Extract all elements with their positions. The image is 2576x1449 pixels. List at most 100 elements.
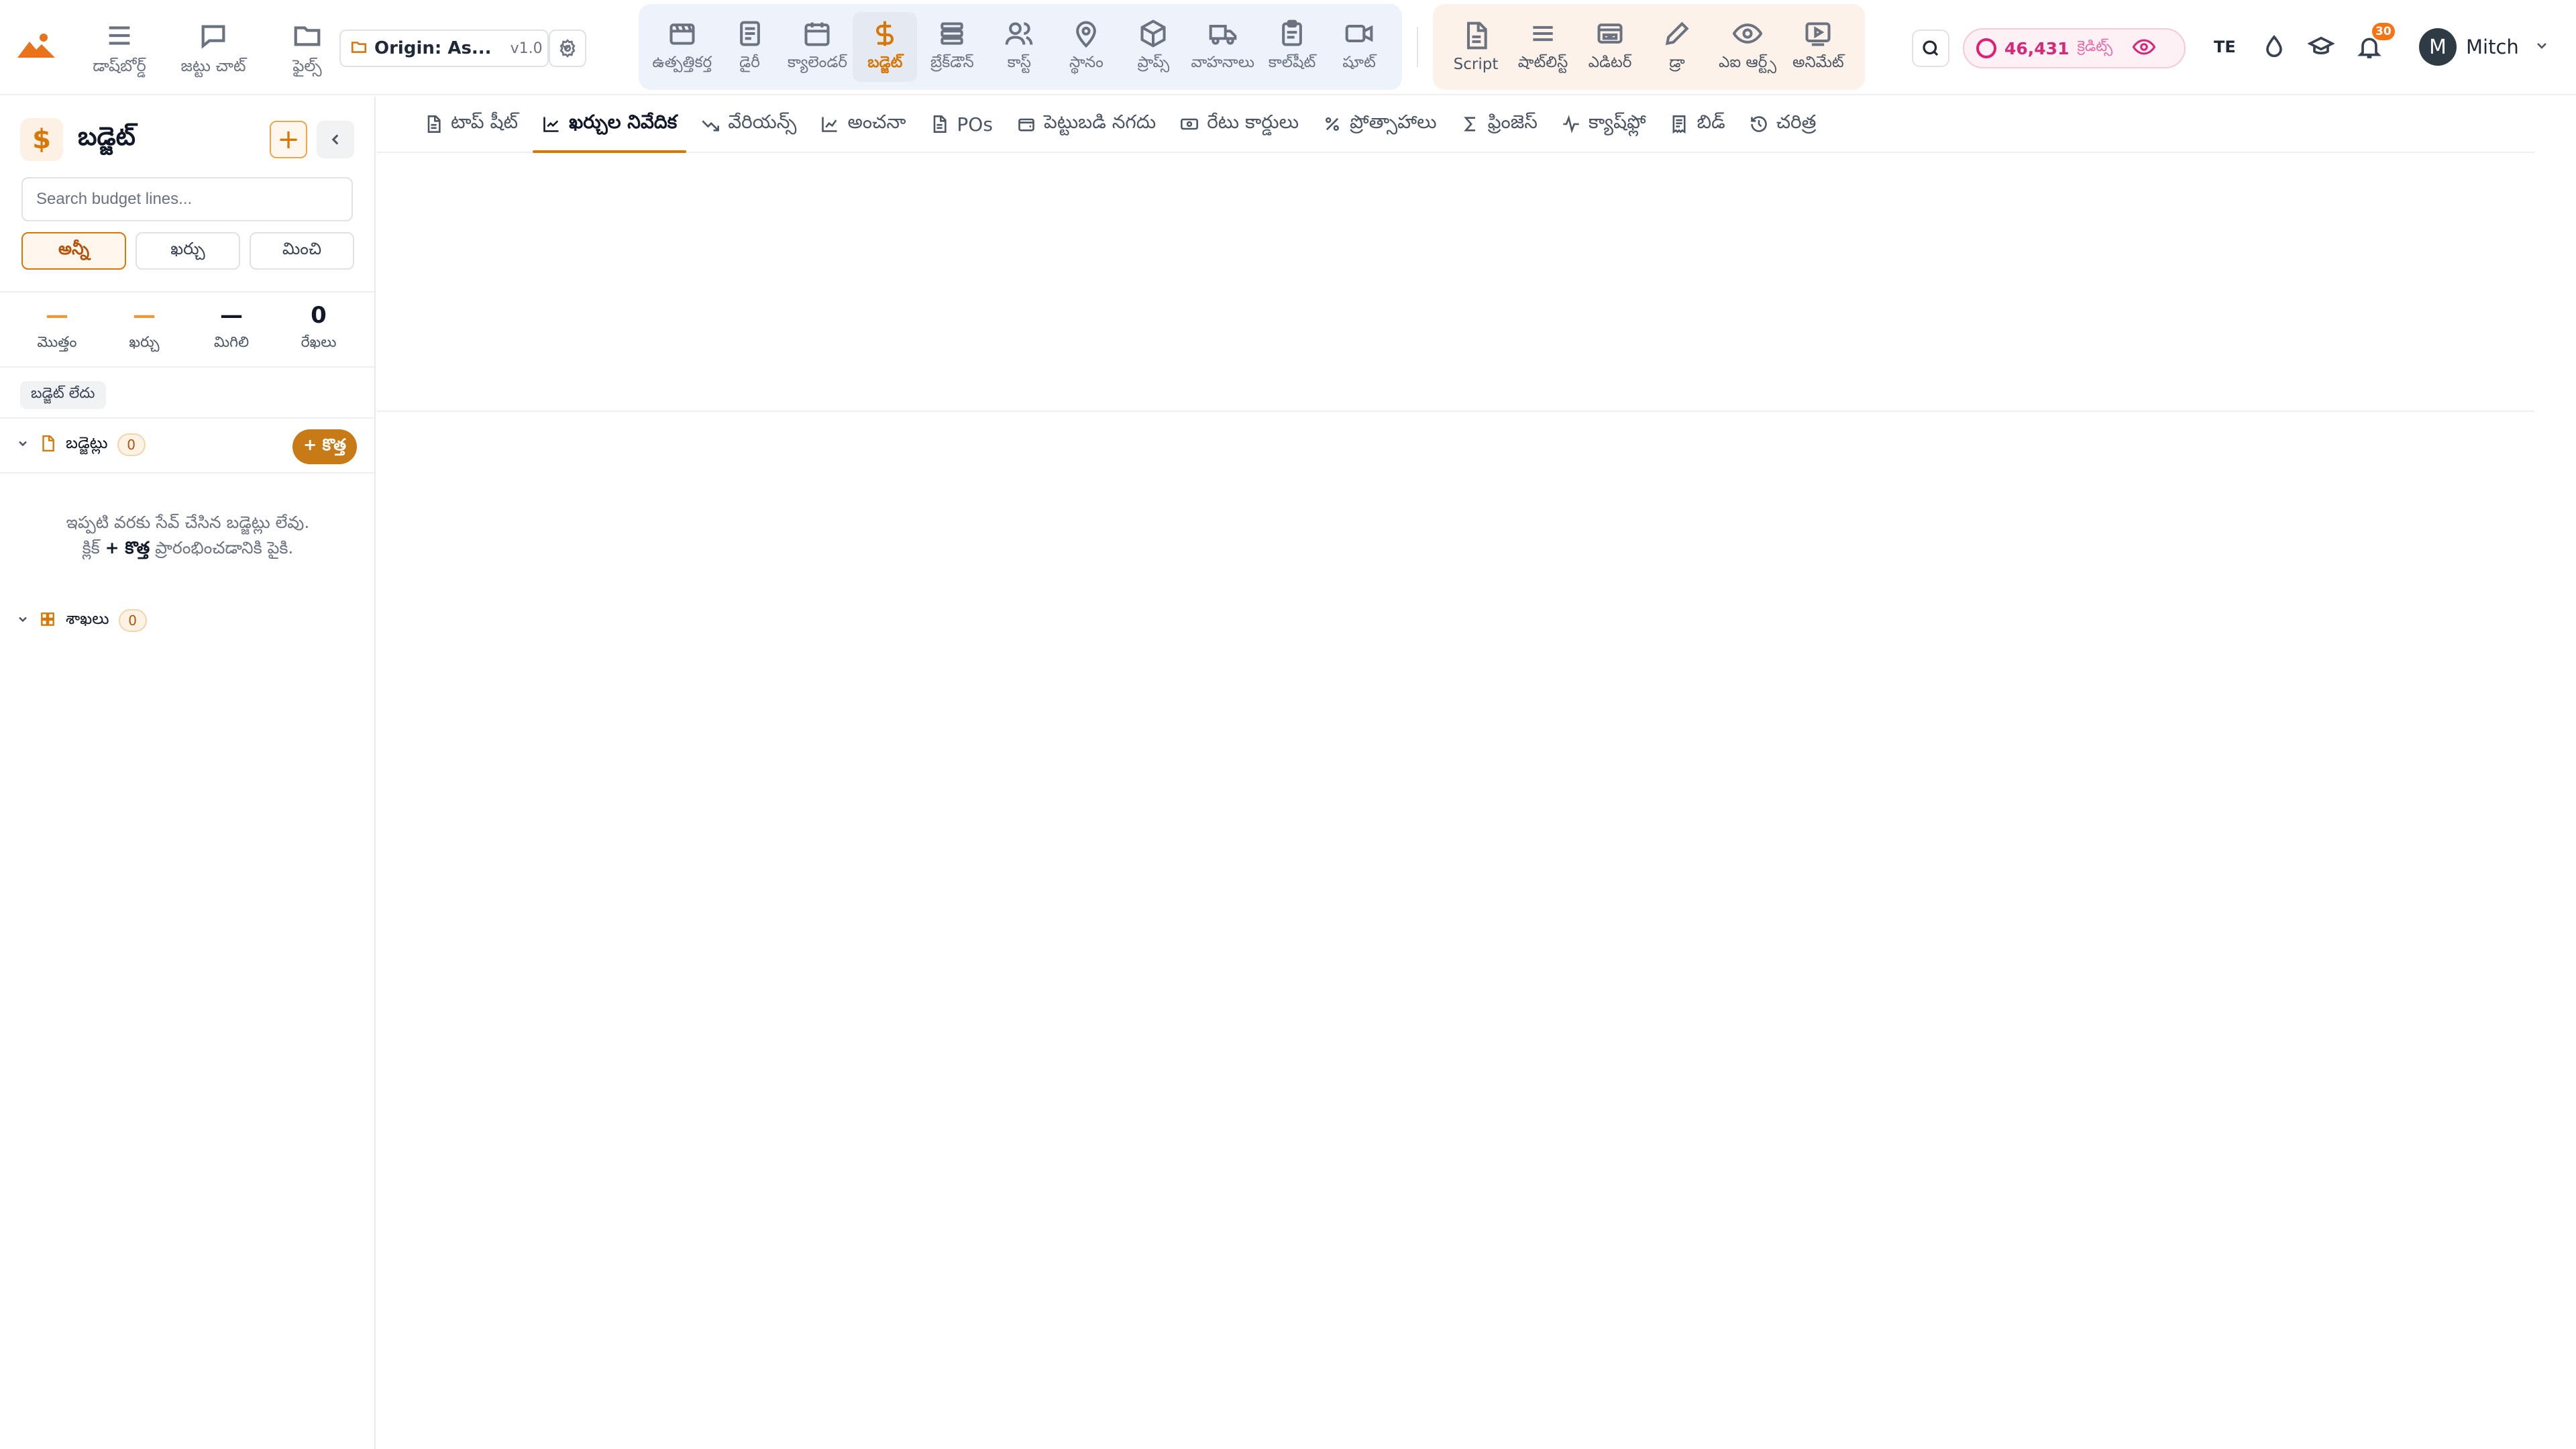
user-menu[interactable]: M Mitch — [2419, 28, 2550, 66]
app-logo-icon[interactable] — [16, 30, 56, 63]
nav-label: క్యాలెండర్ — [787, 54, 847, 71]
clapperboard-icon — [669, 23, 695, 45]
nav-shotlist[interactable]: షాట్‌లిస్ట్ — [1511, 12, 1575, 82]
editor-icon — [1597, 23, 1623, 44]
nav-label: కాస్ట్ — [1007, 54, 1032, 71]
graduation-cap-icon[interactable] — [2307, 34, 2335, 60]
nav-label: బడ్జెట్ — [867, 54, 903, 71]
nav-label: బ్రేక్‌డౌన్ — [930, 54, 974, 71]
tab-cashflow[interactable]: క్యాష్‌ఫ్లో — [1552, 97, 1656, 152]
tab-label: పెట్టుబడి నగదు — [1043, 111, 1157, 133]
nav-ai-arts[interactable]: ఎఐ ఆర్ట్స్ — [1712, 12, 1783, 82]
budgets-section-title: బడ్జెట్లు — [66, 433, 108, 452]
search-icon — [1923, 40, 1939, 56]
user-name: Mitch — [2466, 36, 2519, 58]
tab-pos[interactable]: POs — [920, 97, 1002, 152]
gear-icon — [559, 39, 576, 58]
stat-value: — — [133, 302, 156, 329]
nav-breakdown[interactable]: బ్రేక్‌డౌన్ — [920, 12, 984, 82]
stat-label: మొత్తం — [37, 334, 77, 351]
clipboard-icon — [1282, 19, 1302, 46]
tab-fringes[interactable]: ఫ్రింజెస్ — [1452, 97, 1547, 152]
tab-petty-cash[interactable]: పెట్టుబడి నగదు — [1008, 97, 1165, 152]
sidebar-title: బడ్జెట్ — [78, 121, 136, 151]
tab-history[interactable]: చరిత్ర — [1740, 97, 1826, 152]
budgets-section-toggle[interactable]: బడ్జెట్లు 0 — [16, 433, 146, 456]
tab-bid[interactable]: బిడ్ — [1660, 97, 1734, 152]
tab-label: ఖర్చుల నివేదిక — [569, 111, 678, 133]
nav-diary[interactable]: డైరీ — [718, 12, 782, 82]
new-budget-button[interactable]: + కొత్త — [292, 429, 357, 464]
project-settings-button[interactable] — [549, 30, 586, 67]
tab-variance[interactable]: వేరియన్స్ — [692, 97, 806, 152]
nav-label: జట్టు చాట్ — [180, 56, 246, 75]
file-icon — [427, 115, 441, 133]
truck-icon — [1209, 24, 1237, 45]
tab-label: రేటు కార్డులు — [1207, 111, 1299, 133]
target-icon[interactable] — [2121, 36, 2156, 61]
folder-icon — [294, 26, 321, 46]
nav-draw[interactable]: డ్రా — [1645, 12, 1709, 82]
nav-label: డ్రా — [1669, 54, 1685, 71]
users-icon — [1006, 22, 1033, 45]
nav-label: వాహనాలు — [1191, 54, 1254, 71]
nav-props[interactable]: ప్రాప్స్ — [1121, 12, 1185, 82]
list-icon — [1533, 25, 1553, 42]
wallet-icon — [1018, 118, 1034, 131]
divider — [0, 291, 374, 292]
grid-icon — [39, 610, 56, 631]
nav-callsheet[interactable]: కాల్‌షీట్ — [1260, 12, 1324, 82]
project-selector[interactable]: Origin: As... v1.0 — [339, 30, 570, 67]
tab-incentives[interactable]: ప్రోత్సాహాలు — [1313, 97, 1446, 152]
calendar-icon — [804, 22, 830, 46]
filter-all[interactable]: అన్నీ — [21, 232, 126, 270]
chat-icon — [201, 25, 225, 49]
filter-over[interactable]: మించి — [250, 232, 354, 270]
nav-files[interactable]: ఫైల్స్ — [275, 20, 339, 79]
nav-calendar[interactable]: క్యాలెండర్ — [785, 12, 851, 82]
nav-location[interactable]: స్థానం — [1054, 12, 1118, 82]
droplet-icon[interactable] — [2261, 34, 2288, 60]
script-icon — [1466, 21, 1487, 50]
stat-label: ఖర్చు — [129, 334, 160, 351]
percent-icon — [1326, 117, 1340, 131]
nav-script[interactable]: Script — [1444, 14, 1508, 80]
filter-spent[interactable]: ఖర్చు — [136, 232, 240, 270]
nav-label: ఉత్పత్తికర్త — [652, 54, 712, 71]
tab-estimate[interactable]: అంచనా — [811, 97, 915, 152]
cost-report-panel — [377, 154, 2534, 412]
nav-cast[interactable]: కాస్ట్ — [987, 12, 1051, 82]
chevron-down-icon — [2528, 38, 2550, 56]
stat-remaining: — మిగిలి — [191, 302, 272, 354]
tab-top-sheet[interactable]: టాప్ షీట్ — [415, 97, 527, 152]
nav-producer[interactable]: ఉత్పత్తికర్త — [649, 12, 715, 82]
empty-budgets-message: ఇప్పటి వరకు సేవ్ చేసిన బడ్జెట్లు లేవు. క… — [20, 510, 356, 561]
tab-cost-report[interactable]: ఖర్చుల నివేదిక — [533, 97, 687, 153]
credits-label: క్రెడిట్స్ — [2077, 38, 2113, 55]
map-pin-icon — [1076, 21, 1097, 48]
language-switcher[interactable]: TE — [2214, 38, 2236, 56]
stat-label: మిగిలి — [213, 334, 250, 351]
nav-editor[interactable]: ఎడిటర్ — [1578, 12, 1642, 82]
tab-rate-cards[interactable]: రేటు కార్డులు — [1171, 97, 1308, 152]
chevron-left-icon — [331, 134, 339, 145]
collapse-sidebar-button[interactable] — [317, 121, 354, 158]
tab-label: అంచనా — [847, 111, 906, 133]
branches-section-toggle[interactable]: శాఖలు 0 — [16, 609, 147, 632]
eye-icon — [1733, 23, 1763, 44]
credits-pill[interactable]: 46,431 క్రెడిట్స్ — [1963, 28, 2186, 68]
no-budget-badge: బడ్జెట్ లేదు — [20, 381, 106, 409]
nav-team-chat[interactable]: జట్టు చాట్ — [181, 20, 246, 79]
nav-budget[interactable]: బడ్జెట్ — [853, 12, 918, 82]
nav-animate[interactable]: అనిమేట్ — [1786, 12, 1851, 82]
chart-line-icon — [543, 117, 559, 132]
chart-icon — [822, 117, 837, 132]
branches-count-badge: 0 — [118, 609, 147, 632]
nav-vehicles[interactable]: వాహనాలు — [1188, 12, 1257, 82]
add-budget-button[interactable]: + — [270, 121, 307, 158]
global-search-button[interactable] — [1912, 30, 1949, 67]
budget-search-input[interactable]: Search budget lines... — [21, 177, 353, 221]
nav-dashboard[interactable]: డాష్‌బోర్డ్ — [87, 20, 152, 79]
nav-shoot[interactable]: షూట్ — [1327, 12, 1391, 82]
tab-label: వేరియన్స్ — [728, 111, 797, 133]
